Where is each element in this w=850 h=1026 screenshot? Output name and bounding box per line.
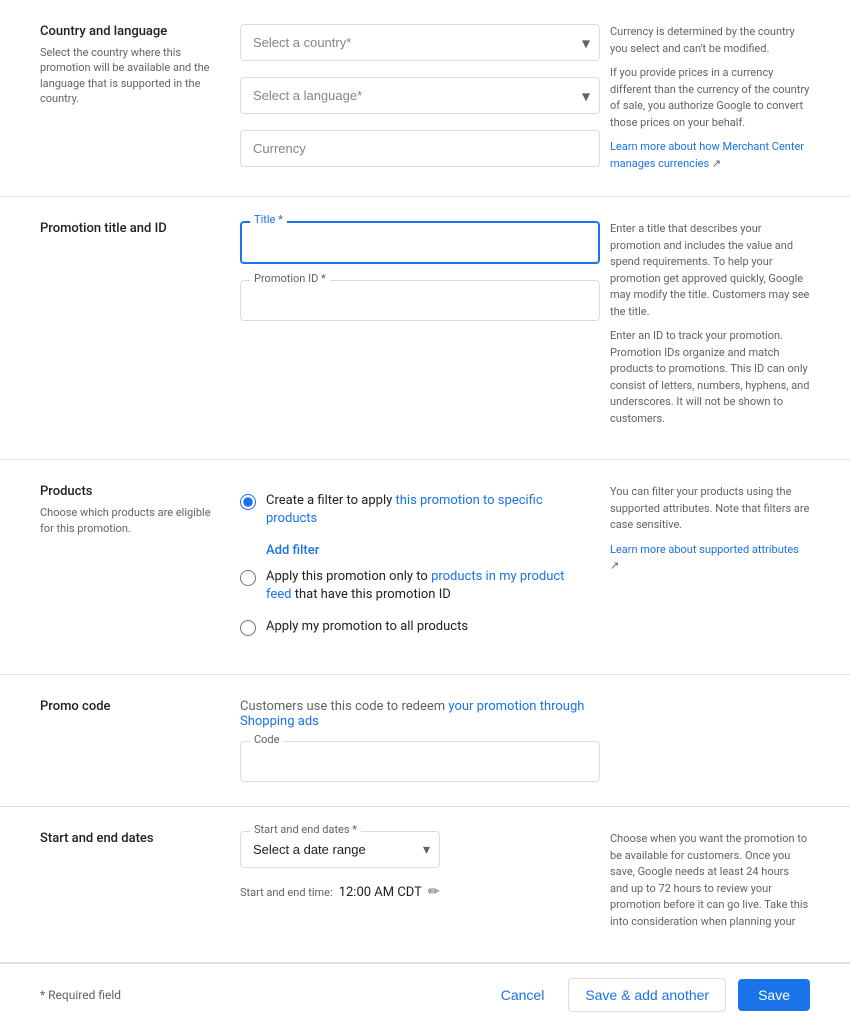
promo-code-section: Promo code Customers use this code to re… — [0, 675, 850, 807]
section-left-dates: Start and end dates — [40, 831, 220, 938]
radio-feed-highlight: products in my product feed — [266, 569, 564, 602]
footer: * Required field Cancel Save & add anoth… — [0, 963, 850, 1026]
title-label: Title * — [250, 213, 287, 226]
section-right-promo-code — [610, 699, 810, 782]
radio-all-label: Apply my promotion to all products — [266, 618, 468, 636]
language-select[interactable]: Select a language* — [240, 77, 600, 114]
products-desc: Choose which products are eligible for t… — [40, 505, 220, 536]
products-info-1: You can filter your products using the s… — [610, 484, 810, 534]
dates-info: Choose when you want the promotion to be… — [610, 831, 810, 930]
country-select[interactable]: Select a country* — [240, 24, 600, 61]
section-left-country: Country and language Select the country … — [40, 24, 220, 172]
title-input-wrapper: Title * — [240, 221, 600, 264]
save-button[interactable]: Save — [738, 979, 810, 1011]
cancel-button[interactable]: Cancel — [489, 979, 557, 1011]
radio-item-filter: Create a filter to apply this promotion … — [240, 492, 590, 528]
promotion-title-section: Promotion title and ID Title * Promotion… — [0, 197, 850, 460]
currency-info-1: Currency is determined by the country yo… — [610, 24, 810, 57]
currency-info-2: If you provide prices in a currency diff… — [610, 65, 810, 131]
section-left-promo: Promotion title and ID — [40, 221, 220, 435]
section-middle-country: Select a country* ▾ Select a language* ▾ — [240, 24, 590, 172]
products-radio-group: Create a filter to apply this promotion … — [240, 492, 590, 636]
date-range-field: Start and end dates * Select a date rang… — [240, 831, 590, 868]
radio-item-all: Apply my promotion to all products — [240, 618, 590, 636]
products-title: Products — [40, 484, 220, 499]
currency-learn-more-link[interactable]: Learn more about how Merchant Center man… — [610, 140, 804, 170]
country-language-section: Country and language Select the country … — [0, 0, 850, 197]
code-input[interactable] — [240, 741, 600, 782]
section-middle-promo-code: Customers use this code to redeem your p… — [240, 699, 590, 782]
promo-title-info-1: Enter a title that describes your promot… — [610, 221, 810, 320]
currency-input[interactable] — [240, 130, 600, 167]
date-range-wrapper: Start and end dates * Select a date rang… — [240, 831, 440, 868]
promo-desc-text: Customers use this code to redeem — [240, 699, 445, 714]
section-right-products: You can filter your products using the s… — [610, 484, 810, 650]
footer-buttons: Cancel Save & add another Save — [489, 978, 810, 1012]
required-note: * Required field — [40, 988, 121, 1002]
radio-feed-label: Apply this promotion only to products in… — [266, 568, 590, 604]
radio-filter-label: Create a filter to apply this promotion … — [266, 492, 590, 528]
promotion-id-input[interactable] — [240, 280, 600, 321]
promo-code-desc: Customers use this code to redeem your p… — [240, 699, 590, 729]
add-filter-link[interactable]: Add filter — [266, 543, 590, 558]
promotion-id-wrapper: Promotion ID * — [240, 280, 600, 321]
time-row: Start and end time: 12:00 AM CDT ✏ — [240, 884, 590, 900]
section-right-country: Currency is determined by the country yo… — [610, 24, 810, 172]
section-middle-dates: Start and end dates * Select a date rang… — [240, 831, 590, 938]
code-label: Code — [250, 733, 283, 746]
title-field: Title * — [240, 221, 590, 264]
radio-filter-highlight: this promotion to specific products — [266, 493, 543, 526]
code-field: Code — [240, 741, 590, 782]
products-section: Products Choose which products are eligi… — [0, 460, 850, 675]
save-add-button[interactable]: Save & add another — [568, 978, 726, 1012]
section-middle-products: Create a filter to apply this promotion … — [240, 484, 590, 650]
country-language-title: Country and language — [40, 24, 220, 39]
external-link-icon: ↗ — [712, 157, 721, 170]
country-language-desc: Select the country where this promotion … — [40, 45, 220, 107]
radio-item-feed: Apply this promotion only to products in… — [240, 568, 590, 604]
dates-section: Start and end dates Start and end dates … — [0, 807, 850, 963]
products-learn-more-link[interactable]: Learn more about supported attributes — [610, 543, 799, 556]
promo-title-info-2: Enter an ID to track your promotion. Pro… — [610, 328, 810, 427]
radio-filter[interactable] — [240, 494, 256, 510]
radio-feed[interactable] — [240, 570, 256, 586]
time-label: Start and end time: — [240, 886, 333, 899]
section-middle-promo: Title * Promotion ID * — [240, 221, 590, 435]
section-left-promo-code: Promo code — [40, 699, 220, 782]
promotion-id-field: Promotion ID * — [240, 280, 590, 321]
promotion-id-label: Promotion ID * — [250, 272, 330, 285]
country-field: Select a country* ▾ — [240, 24, 590, 61]
promo-code-title: Promo code — [40, 699, 220, 714]
section-left-products: Products Choose which products are eligi… — [40, 484, 220, 650]
title-input[interactable] — [240, 221, 600, 264]
language-field: Select a language* ▾ — [240, 77, 590, 114]
language-select-wrapper: Select a language* ▾ — [240, 77, 600, 114]
edit-time-icon[interactable]: ✏ — [428, 884, 440, 900]
date-range-label: Start and end dates * — [250, 823, 361, 836]
promotion-title-heading: Promotion title and ID — [40, 221, 220, 236]
products-external-icon: ↗ — [610, 559, 619, 572]
page-container: Country and language Select the country … — [0, 0, 850, 1026]
date-range-select[interactable]: Select a date range — [240, 831, 440, 868]
time-value: 12:00 AM CDT — [339, 885, 422, 900]
section-right-promo: Enter a title that describes your promot… — [610, 221, 810, 435]
radio-all[interactable] — [240, 620, 256, 636]
dates-title: Start and end dates — [40, 831, 220, 846]
currency-field — [240, 130, 590, 167]
country-select-wrapper: Select a country* ▾ — [240, 24, 600, 61]
section-right-dates: Choose when you want the promotion to be… — [610, 831, 810, 938]
code-input-wrapper: Code — [240, 741, 600, 782]
